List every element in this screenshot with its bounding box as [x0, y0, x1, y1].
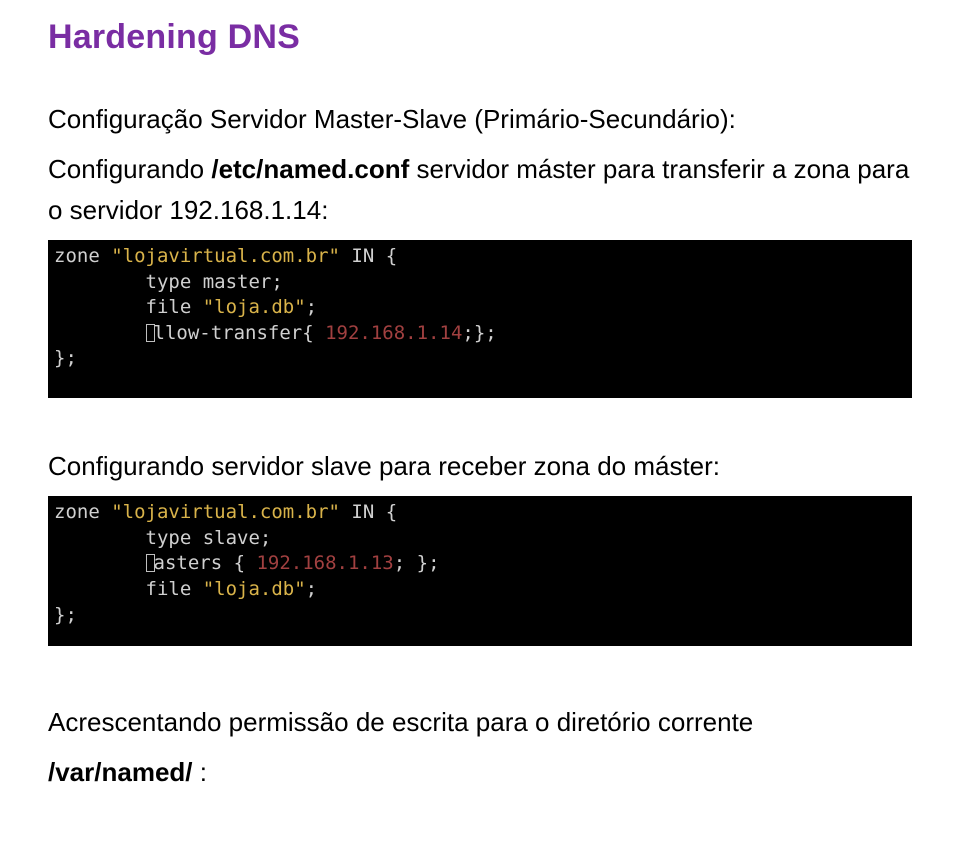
t2-l3-num: 192.168.1.13: [256, 552, 393, 574]
document-page: Hardening DNS Configuração Servidor Mast…: [0, 0, 960, 843]
t1-l4b: llow-transfer{: [154, 322, 326, 344]
spacer: [48, 398, 912, 446]
t1-l4c: ;};: [462, 322, 496, 344]
t2-l1b: IN {: [340, 501, 397, 523]
t2-l1a: zone: [54, 501, 111, 523]
terminal-master-config: zone "lojavirtual.com.br" IN { type mast…: [48, 240, 912, 398]
intro-conf-prefix: Configurando: [48, 154, 211, 184]
named-conf-path: /etc/named.conf: [211, 154, 409, 184]
outro-line-1: Acrescentando permissão de escrita para …: [48, 702, 912, 742]
t1-l1-str: "lojavirtual.com.br": [111, 245, 340, 267]
t2-l4b: ;: [306, 578, 317, 600]
page-title: Hardening DNS: [48, 18, 912, 57]
var-named-path: /var/named/: [48, 757, 193, 787]
t2-l3a: [54, 552, 146, 574]
intro-conf-paragraph: Configurando /etc/named.conf servidor má…: [48, 149, 912, 230]
spacer: [48, 646, 912, 702]
t2-l3b: asters {: [154, 552, 257, 574]
t2-l4-str: "loja.db": [203, 578, 306, 600]
t1-l1a: zone: [54, 245, 111, 267]
intro-line-1: Configuração Servidor Master-Slave (Prim…: [48, 99, 912, 139]
t2-l4a: file: [54, 578, 203, 600]
t2-l3c: ; };: [394, 552, 440, 574]
t2-l2: type slave;: [54, 527, 271, 549]
between-paragraph: Configurando servidor slave para receber…: [48, 446, 912, 486]
t2-l5: };: [54, 604, 77, 626]
t1-l3-str: "loja.db": [203, 296, 306, 318]
t1-l2: type master;: [54, 271, 283, 293]
outro-colon: :: [193, 757, 207, 787]
terminal-slave-config: zone "lojavirtual.com.br" IN { type slav…: [48, 496, 912, 646]
t1-l4a: [54, 322, 146, 344]
t1-l3a: file: [54, 296, 203, 318]
t1-l4-num: 192.168.1.14: [325, 322, 462, 344]
outro-line-2: /var/named/ :: [48, 752, 912, 792]
t2-l1-str: "lojavirtual.com.br": [111, 501, 340, 523]
t1-l3b: ;: [306, 296, 317, 318]
t1-l5: };: [54, 347, 77, 369]
t1-l1b: IN {: [340, 245, 397, 267]
